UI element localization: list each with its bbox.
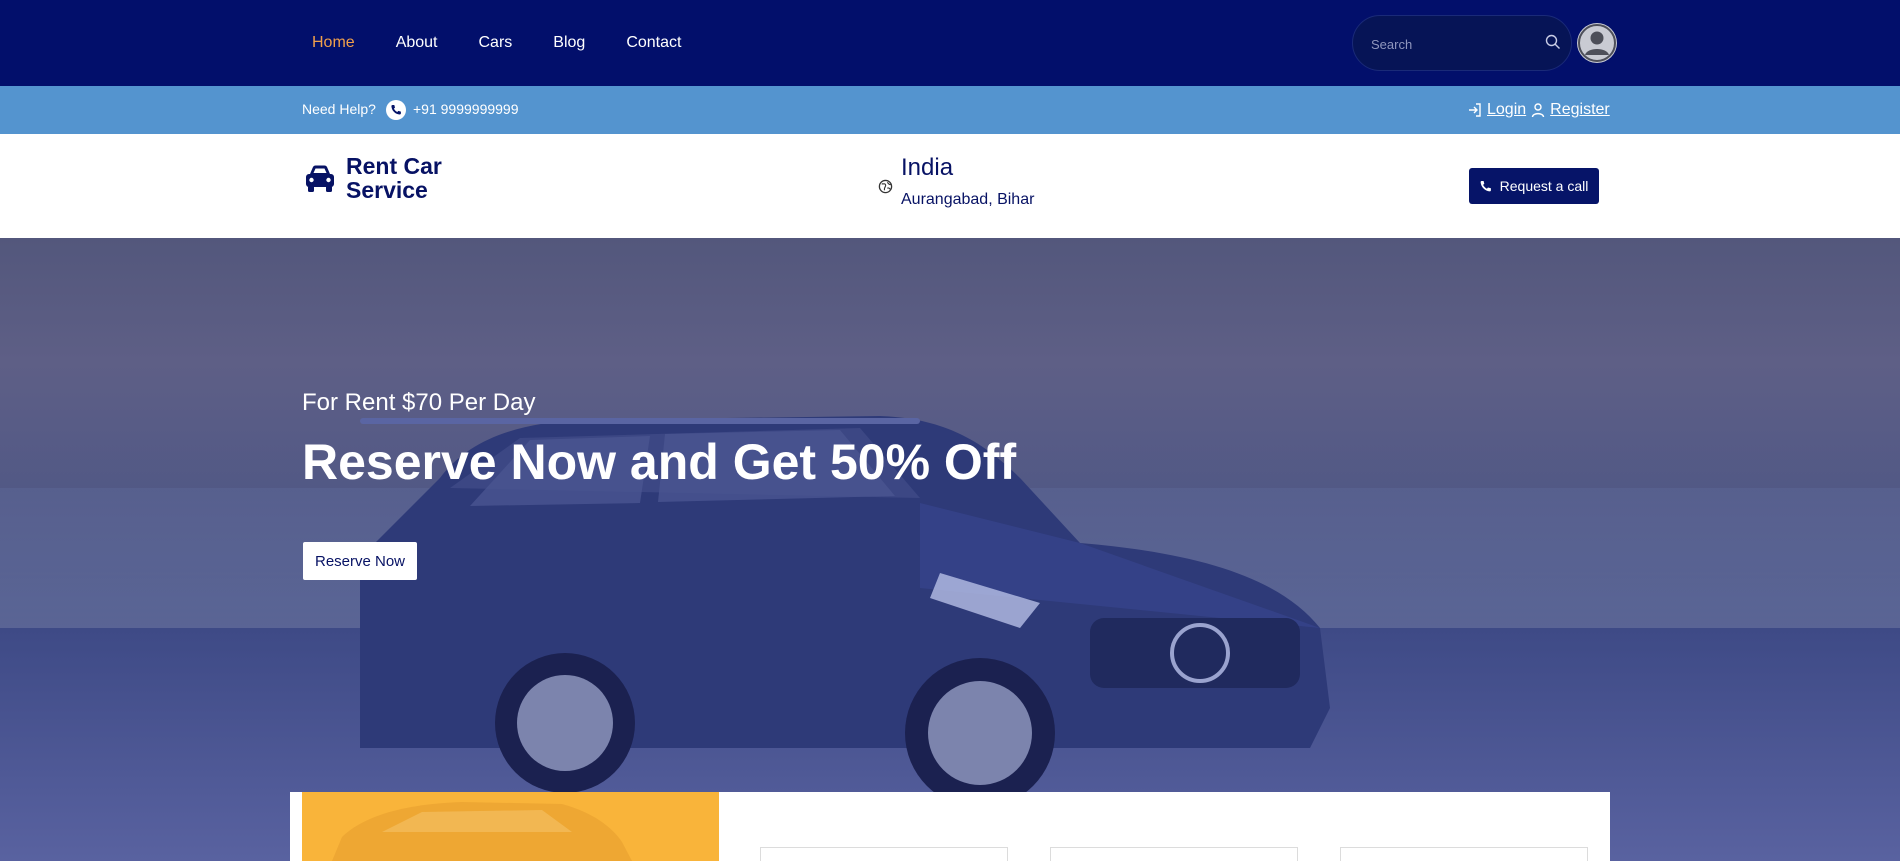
user-icon bbox=[1578, 24, 1616, 62]
phone-icon bbox=[386, 100, 406, 120]
nav-home[interactable]: Home bbox=[312, 34, 355, 52]
register-icon bbox=[1531, 103, 1545, 118]
login-link[interactable]: Login bbox=[1487, 101, 1526, 119]
hero-title: Reserve Now and Get 50% Off bbox=[302, 434, 1017, 490]
main-nav: Home About Cars Blog Contact bbox=[312, 0, 722, 86]
request-call-label: Request a call bbox=[1499, 178, 1589, 194]
hero-section bbox=[0, 238, 1900, 861]
reserve-now-button[interactable]: Reserve Now bbox=[303, 542, 417, 580]
booking-field[interactable] bbox=[760, 847, 1008, 861]
booking-field[interactable] bbox=[1340, 847, 1588, 861]
search-box bbox=[1352, 15, 1572, 71]
car-icon bbox=[306, 165, 334, 192]
brand-name[interactable]: Rent Car Service bbox=[346, 154, 466, 202]
brand-row bbox=[0, 134, 1900, 238]
request-call-button[interactable]: Request a call bbox=[1469, 168, 1599, 204]
auth-links: Login Register bbox=[1467, 101, 1610, 119]
help-bar: Need Help? bbox=[0, 86, 1900, 134]
login-icon bbox=[1469, 103, 1481, 117]
user-avatar[interactable] bbox=[1577, 23, 1617, 63]
location-country: India bbox=[901, 154, 954, 181]
phone-icon bbox=[1480, 181, 1491, 192]
register-link[interactable]: Register bbox=[1550, 101, 1610, 119]
help-phone-number[interactable]: +91 9999999999 bbox=[413, 101, 519, 117]
nav-blog[interactable]: Blog bbox=[553, 34, 585, 52]
car-illustration bbox=[332, 802, 632, 861]
hero-subtitle: For Rent $70 Per Day bbox=[302, 389, 536, 416]
nav-about[interactable]: About bbox=[396, 34, 438, 52]
help-text: Need Help? bbox=[302, 101, 376, 117]
globe-icon bbox=[878, 179, 893, 194]
search-input[interactable] bbox=[1371, 34, 1531, 54]
booking-promo-image bbox=[302, 792, 719, 861]
nav-cars[interactable]: Cars bbox=[479, 34, 513, 52]
search-icon[interactable] bbox=[1545, 34, 1561, 50]
booking-field[interactable] bbox=[1050, 847, 1298, 861]
nav-contact[interactable]: Contact bbox=[626, 34, 681, 52]
location-city: Aurangabad, Bihar bbox=[901, 191, 1035, 208]
